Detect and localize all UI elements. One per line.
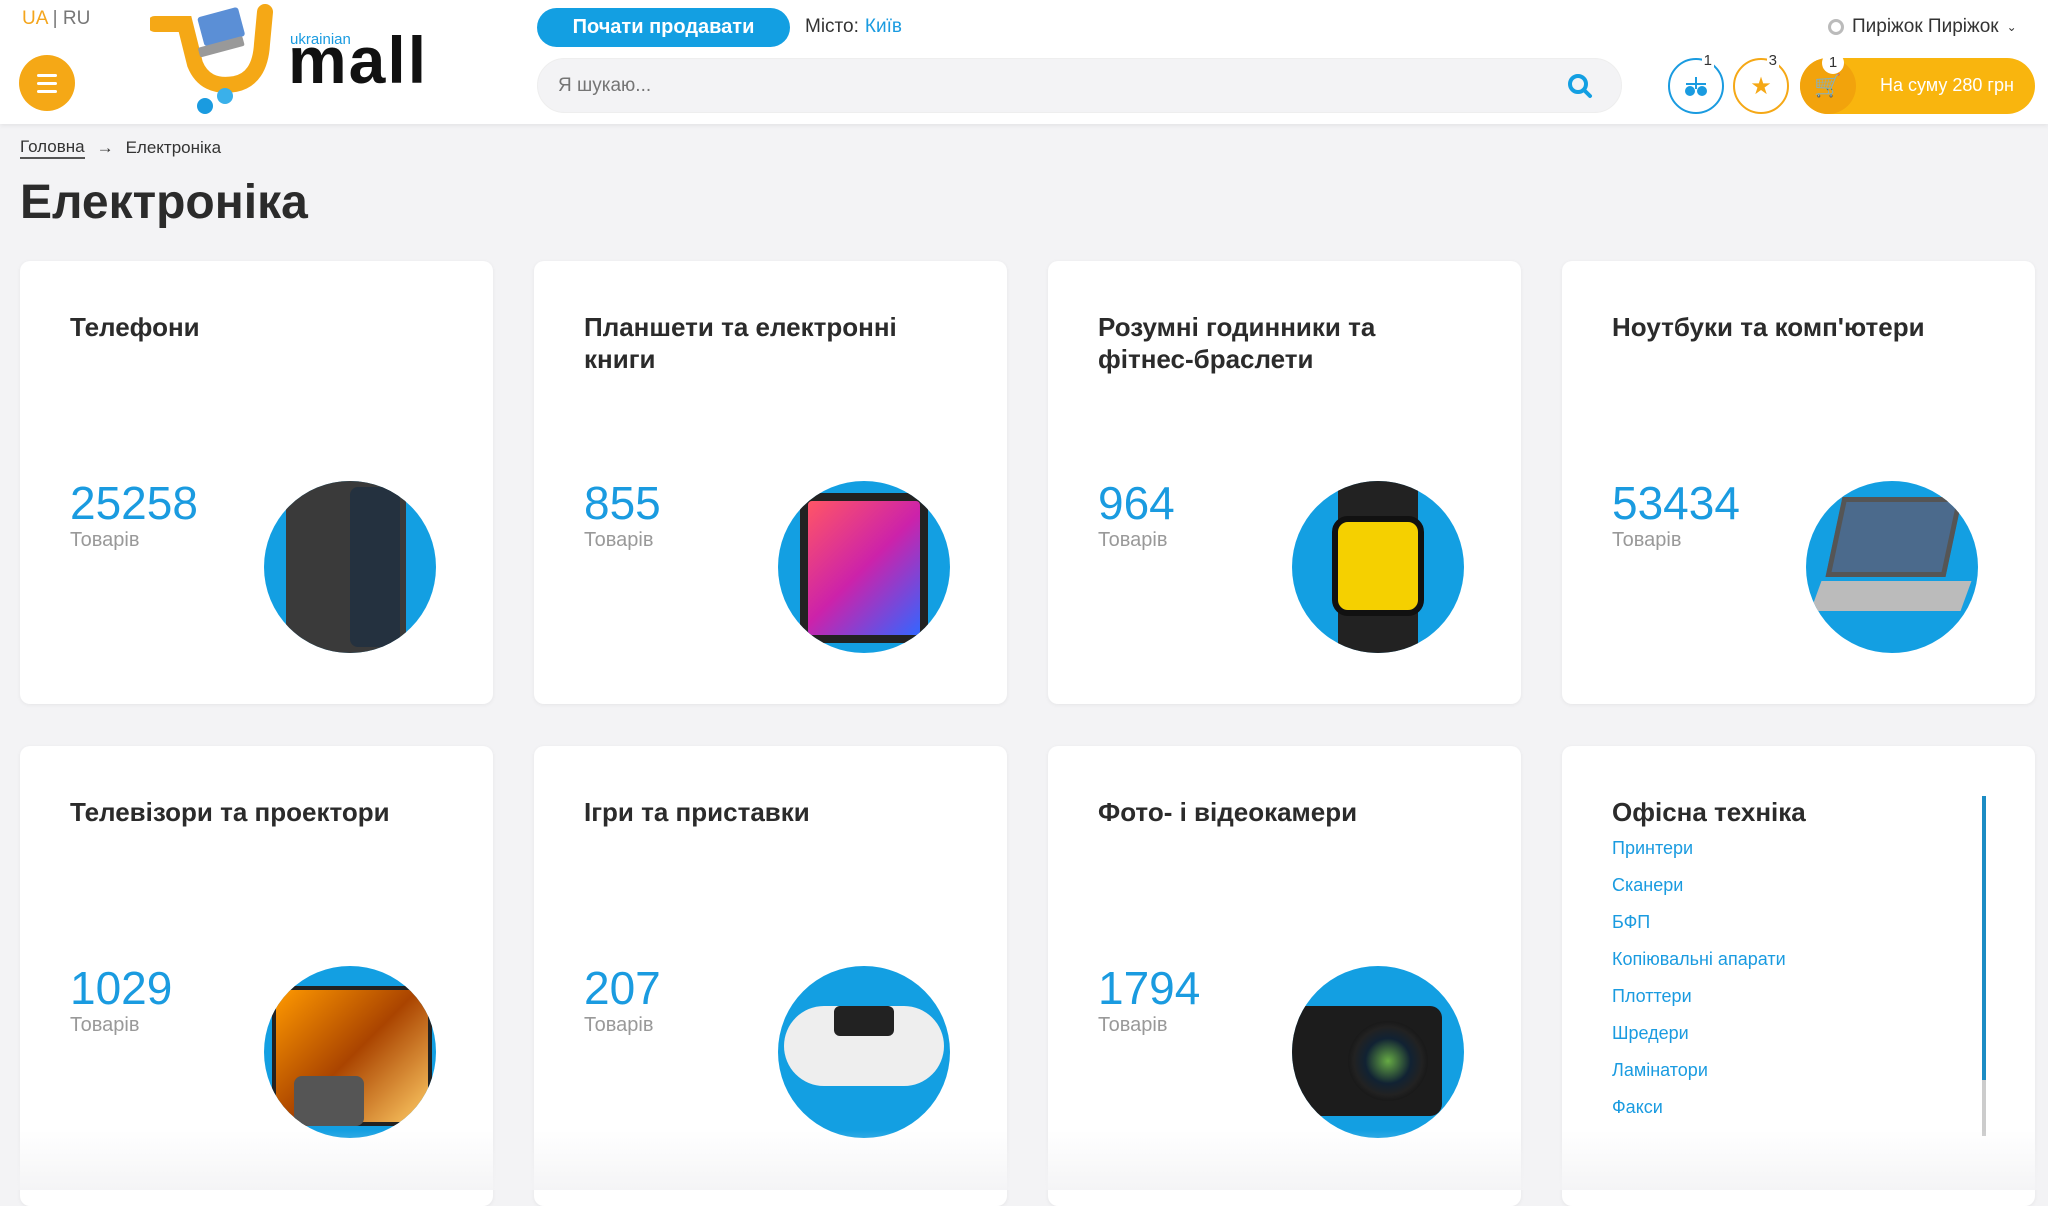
subcategory-link[interactable]: Шредери	[1612, 1023, 1786, 1060]
product-count: 53434	[1612, 477, 1740, 529]
product-count: 207	[584, 962, 661, 1014]
favorites-count: 3	[1766, 52, 1779, 69]
menu-button[interactable]	[19, 55, 75, 111]
category-title[interactable]: Фото- і відеокамери	[1098, 796, 1478, 828]
category-title[interactable]: Телевізори та проектори	[70, 796, 450, 828]
category-title[interactable]: Телефони	[70, 311, 450, 343]
category-card[interactable]: Ноутбуки та комп'ютери 53434 Товарів	[1562, 261, 2035, 704]
city-value[interactable]: Київ	[865, 16, 902, 37]
product-count-label: Товарів	[1612, 529, 1682, 551]
page-title: Електроніка	[20, 176, 308, 229]
subcategory-link[interactable]: Ламінатори	[1612, 1060, 1786, 1097]
language-switcher: UA | RU	[22, 8, 90, 30]
star-icon: ★	[1750, 72, 1772, 100]
subcategory-link[interactable]: БФП	[1612, 912, 1786, 949]
scales-icon	[1685, 77, 1707, 96]
hamburger-icon	[37, 73, 57, 77]
logo-text: mall	[288, 23, 429, 97]
breadcrumb-current: Електроніка	[125, 138, 222, 157]
lang-separator: |	[52, 8, 58, 29]
subcategory-list: Принтери Сканери БФП Копіювальні апарати…	[1612, 838, 1786, 1134]
favorites-button[interactable]: ★ 3	[1733, 52, 1789, 114]
breadcrumb-home[interactable]: Головна	[20, 137, 85, 159]
subcategory-link[interactable]: Копіювальні апарати	[1612, 949, 1786, 986]
bottom-fade	[0, 1130, 2048, 1190]
product-count-label: Товарів	[70, 529, 140, 551]
category-card[interactable]: Розумні годинники та фітнес-браслети 964 Т…	[1048, 261, 1521, 704]
product-count: 964	[1098, 477, 1175, 529]
compare-count: 1	[1701, 52, 1714, 69]
city-selector[interactable]: Місто: Київ	[805, 16, 902, 38]
search-input[interactable]	[538, 59, 1438, 112]
subcategory-link[interactable]: Принтери	[1612, 838, 1786, 875]
category-card[interactable]: Телефони 25258 Товарів	[20, 261, 493, 704]
logo[interactable]: ukrainian mall	[147, 4, 426, 114]
category-image[interactable]	[778, 481, 950, 653]
cart-total: На суму 280 грн	[1880, 75, 2014, 95]
product-count: 1029	[70, 962, 173, 1014]
category-image[interactable]	[1806, 481, 1978, 653]
subcategory-link[interactable]: Факси	[1612, 1097, 1786, 1134]
start-selling-button[interactable]: Почати продавати	[537, 8, 790, 47]
cart-count: 1	[1822, 52, 1844, 74]
search-icon[interactable]	[1567, 73, 1593, 99]
subcategory-link[interactable]: Сканери	[1612, 875, 1786, 912]
product-count: 1794	[1098, 962, 1201, 1014]
subcategory-link[interactable]: Плоттери	[1612, 986, 1786, 1023]
product-count-label: Товарів	[1098, 529, 1168, 551]
category-image[interactable]	[1292, 481, 1464, 653]
category-image[interactable]	[1292, 966, 1464, 1138]
product-count: 25258	[70, 477, 198, 529]
user-name: Пиріжок Пиріжок	[1852, 16, 1999, 37]
user-menu[interactable]: Пиріжок Пиріжок ⌄	[1828, 16, 2017, 38]
compare-button[interactable]: 1	[1668, 52, 1724, 114]
city-label: Місто:	[805, 16, 859, 37]
search-bar	[537, 58, 1622, 113]
category-image[interactable]	[778, 966, 950, 1138]
chevron-down-icon: ⌄	[2006, 20, 2017, 34]
product-count-label: Товарів	[70, 1014, 140, 1036]
scrollbar[interactable]	[1982, 796, 1986, 1136]
scrollbar-thumb[interactable]	[1982, 796, 1986, 1080]
breadcrumb: Головна → Електроніка	[20, 137, 221, 159]
lang-ru[interactable]: RU	[63, 8, 90, 29]
cart-logo-icon	[147, 4, 273, 114]
category-image[interactable]	[264, 481, 436, 653]
category-title[interactable]: Ігри та приставки	[584, 796, 964, 828]
arrow-right-icon: →	[96, 138, 114, 157]
category-title[interactable]: Ноутбуки та комп'ютери	[1612, 311, 1992, 343]
cart-button[interactable]: 🛒 1 На суму 280 грн	[1800, 52, 2035, 114]
header: UA | RU ukrainian mall Почати продавати …	[0, 0, 2048, 124]
lang-ua[interactable]: UA	[22, 8, 47, 29]
category-title[interactable]: Офісна техніка	[1612, 796, 1992, 828]
product-count-label: Товарів	[584, 1014, 654, 1036]
product-count-label: Товарів	[584, 529, 654, 551]
category-card[interactable]: Планшети та електронні книги 855 Товарів	[534, 261, 1007, 704]
user-icon	[1828, 19, 1844, 35]
category-image[interactable]	[264, 966, 436, 1138]
category-title[interactable]: Планшети та електронні книги	[584, 311, 964, 375]
product-count: 855	[584, 477, 661, 529]
category-title[interactable]: Розумні годинники та фітнес-браслети	[1098, 311, 1478, 375]
product-count-label: Товарів	[1098, 1014, 1168, 1036]
